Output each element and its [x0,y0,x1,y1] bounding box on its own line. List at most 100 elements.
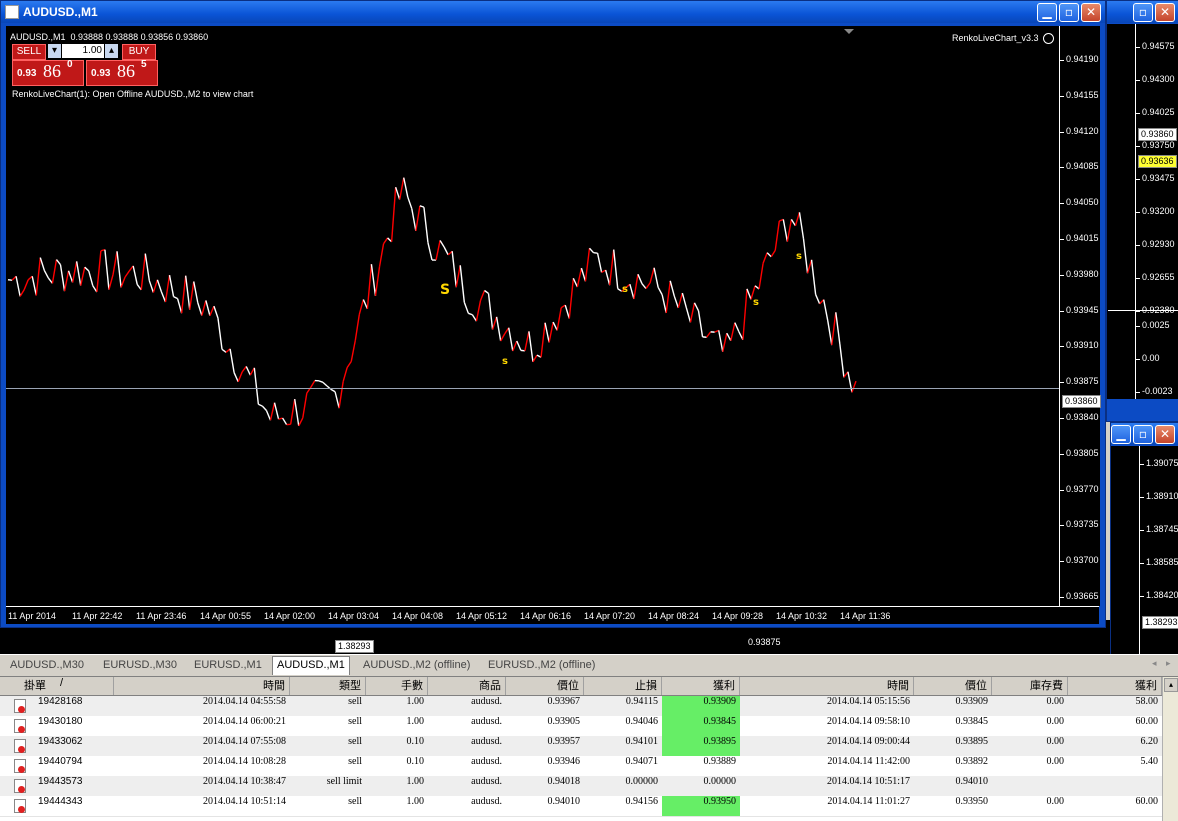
y-tick-label: 0.93200 [1142,206,1175,216]
table-row[interactable]: 194435732014.04.14 10:38:47sell limit1.0… [0,776,1162,797]
column-header[interactable]: 商品 [428,677,506,695]
lot-increase-icon[interactable]: ▴ [105,44,118,58]
sell-button[interactable]: SELL [12,44,46,60]
minimize-icon[interactable]: ▁ [1111,425,1131,444]
price-bar [468,313,472,314]
price-bar [165,275,169,302]
signal-marker: s [622,284,628,295]
chart-shift-icon[interactable] [844,29,854,34]
price-bar [674,296,678,308]
table-row[interactable]: 194281682014.04.14 04:55:58sell1.00audus… [0,696,1162,717]
lot-size-input[interactable]: 1.00 [62,44,104,58]
column-header[interactable]: 獲利 [1068,677,1162,695]
price-bar [549,322,553,342]
indicator-settings-icon[interactable] [1043,33,1054,44]
y-tick-label: -0.0023 [1142,386,1173,396]
column-header[interactable]: 時間 [740,677,914,695]
close-icon[interactable]: ✕ [1155,3,1175,22]
maximize-icon[interactable]: ▫ [1059,3,1079,22]
y-tick-label: 1.38585 [1146,557,1178,567]
lot-decrease-icon[interactable]: ▾ [48,44,61,58]
price-bar [299,418,303,426]
price-bar [824,300,828,321]
minimize-icon[interactable]: ▁ [1037,3,1057,22]
price-bar [303,393,307,418]
right-window-top-y-axis: 0.945750.943000.940250.937500.934750.932… [1135,24,1178,399]
price-bar [174,297,178,299]
table-cell: 6.20 [1068,736,1162,756]
column-header[interactable]: 時間 [114,677,290,695]
table-cell: 0.93905 [506,716,584,736]
chart-tab[interactable]: EURUSD.,M2 (offline) [484,657,599,673]
buy-price-fraction: 5 [141,59,147,70]
y-tick-label: 0.94015 [1066,233,1099,243]
buy-price-button[interactable]: 0.93 86 5 [86,60,158,86]
table-cell: sell [290,756,366,776]
price-bar [40,258,44,271]
chart-tab[interactable]: AUDUSD.,M30 [6,657,88,673]
price-bar [69,271,73,283]
right-window-top-titlebar[interactable]: ▫ ✕ [1107,1,1178,23]
tabs-scroll-right-icon[interactable]: ▸ [1166,659,1171,669]
scroll-up-icon[interactable]: ▴ [1164,678,1178,692]
main-chart-window[interactable]: AUDUSD.,M1 ▁ ▫ ✕ Sssss AUDUSD.,M1 0.9388… [0,0,1106,628]
price-bar [678,293,682,308]
price-bar [436,240,440,260]
price-bar [12,276,16,280]
column-header[interactable]: 掛單 [14,677,60,695]
table-scrollbar[interactable]: ▴ [1162,677,1178,821]
x-tick-label: 11 Apr 23:46 [136,611,186,621]
close-icon[interactable]: ✕ [1155,425,1175,444]
price-bar [222,349,226,352]
price-bar [812,260,816,295]
tabs-scroll-left-icon[interactable]: ◂ [1152,659,1157,669]
table-row[interactable]: 194301802014.04.14 06:00:21sell1.00audus… [0,716,1162,737]
table-row[interactable]: 194407942014.04.14 10:08:28sell0.10audus… [0,756,1162,777]
right-window-bottom-titlebar[interactable]: ▁ ▫ ✕ [1111,423,1178,445]
chart-tab[interactable]: EURUSD.,M1 [190,657,266,673]
price-bar [56,260,60,265]
price-bar [557,308,561,331]
price-bar [28,276,32,280]
table-cell: audusd. [428,756,506,776]
price-chart[interactable]: Sssss AUDUSD.,M1 0.93888 0.93888 0.93856… [6,26,1099,624]
y-tick-label: 0.93700 [1066,555,1099,565]
price-bar [493,317,497,330]
right-window-bottom[interactable]: ▁ ▫ ✕ 1.390751.389101.387451.385851.3842… [1110,422,1178,656]
sell-price-button[interactable]: 0.93 86 0 [12,60,84,86]
price-bar [585,248,589,281]
price-bar [610,250,614,286]
column-header[interactable]: 價位 [506,677,584,695]
maximize-icon[interactable]: ▫ [1133,425,1153,444]
column-header[interactable]: 手數 [366,677,428,695]
column-header[interactable]: 止損 [584,677,662,695]
column-header[interactable]: 庫存費 [992,677,1068,695]
chart-tab[interactable]: EURUSD.,M30 [99,657,181,673]
column-header[interactable]: / [60,677,114,695]
table-row[interactable]: 194443432014.04.14 10:51:14sell1.00audus… [0,796,1162,817]
table-row[interactable]: 194330622014.04.14 07:55:08sell0.10audus… [0,736,1162,757]
column-header[interactable]: 獲利 [662,677,740,695]
price-bar [129,266,133,271]
table-cell: 60.00 [1068,796,1162,816]
column-header[interactable]: 價位 [914,677,992,695]
x-tick-label: 14 Apr 10:32 [776,611,827,621]
price-bar [808,260,812,273]
price-bar [170,275,174,297]
table-cell: 0.93909 [662,696,740,716]
buy-button[interactable]: BUY [122,44,156,60]
chart-tab[interactable]: AUDUSD.,M1 [272,656,350,675]
right-window-top[interactable]: ▫ ✕ 0.945750.943000.940250.937500.934750… [1106,0,1178,422]
table-cell: 1.00 [366,776,428,796]
table-cell: 0.93892 [914,756,992,776]
chart-tab[interactable]: AUDUSD.,M2 (offline) [359,657,474,673]
main-window-titlebar[interactable]: AUDUSD.,M1 ▁ ▫ ✕ [1,1,1105,23]
column-header[interactable]: 類型 [290,677,366,695]
table-cell: 0.94156 [584,796,662,816]
price-bar [396,187,400,199]
x-tick-label: 14 Apr 03:04 [328,611,379,621]
close-icon[interactable]: ✕ [1081,3,1101,22]
table-cell: audusd. [428,796,506,816]
maximize-icon[interactable]: ▫ [1133,3,1153,22]
table-cell: 0.00 [992,756,1068,776]
